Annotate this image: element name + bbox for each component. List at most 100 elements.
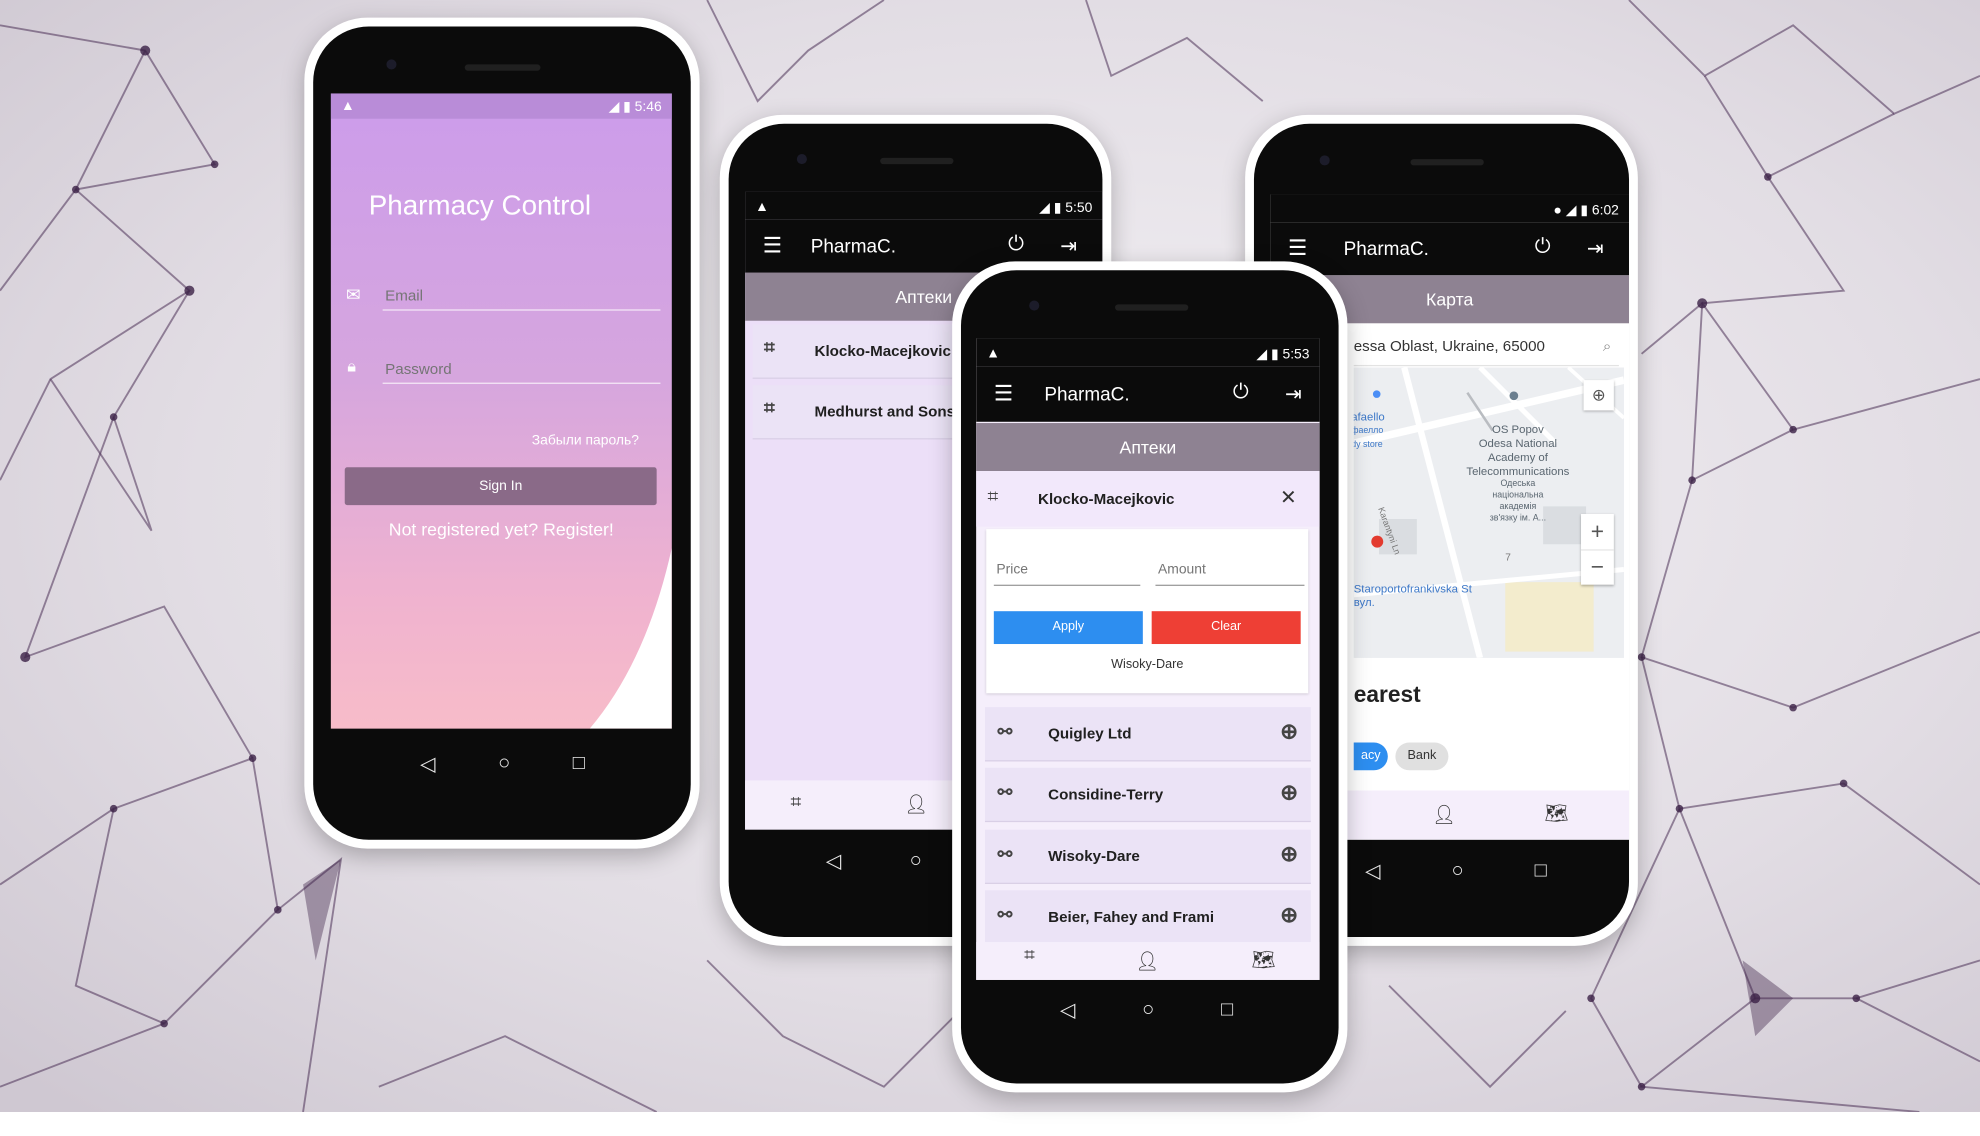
supplier-name: Quigley Ltd <box>1048 724 1132 743</box>
supplier-item[interactable]: ⚯ Wisoky-Dare ⊕ <box>984 829 1311 884</box>
status-bar: ▲ ◢ ▮ 5:50 <box>745 191 1103 220</box>
sign-in-label: Sign In <box>479 478 523 494</box>
selected-pharmacy-row[interactable]: ⌗ Klocko-Macejkovic ✕ <box>976 471 1320 527</box>
recents-icon[interactable]: □ <box>1221 999 1233 1022</box>
phone-login: ▲ ◢ ▮ 5:46 Pharmacy Control ✉ 🔒︎ Забыли … <box>304 17 700 849</box>
recents-icon[interactable]: □ <box>573 753 585 776</box>
menu-icon[interactable]: ☰ <box>1288 236 1307 261</box>
supplier-icon: ⚯ <box>997 843 1013 864</box>
add-circle-icon[interactable]: ⊕ <box>1280 903 1298 928</box>
poi-pin-icon[interactable]: ● <box>1371 383 1382 403</box>
recents-icon[interactable]: □ <box>1535 860 1547 883</box>
add-user-icon[interactable]: 👤︎ <box>904 793 928 815</box>
showcase-scene: ▲ ◢ ▮ 5:46 Pharmacy Control ✉ 🔒︎ Забыли … <box>0 0 1980 1136</box>
zoom-in-button[interactable]: + <box>1581 514 1614 551</box>
pharmacy-icon: ⌗ <box>763 337 775 359</box>
phone-body: ▲ ◢ ▮ 5:53 ☰ PharmaC. ⏻ ⇥ Аптеки ⌗ Klock… <box>960 270 1339 1084</box>
search-value: essa Oblast, Ukraine, 65000 <box>1353 337 1545 355</box>
login-screen: ▲ ◢ ▮ 5:46 Pharmacy Control ✉ 🔒︎ Забыли … <box>330 93 672 729</box>
poi-label: dy store <box>1353 440 1383 450</box>
supplier-item[interactable]: ⚯ Beier, Fahey and Frami ⊕ <box>984 890 1311 945</box>
back-icon[interactable]: ◁ <box>1060 998 1076 1023</box>
logout-icon[interactable]: ⇥ <box>1060 234 1077 259</box>
forgot-password-link[interactable]: Забыли пароль? <box>532 433 639 448</box>
pharmacy-name: Klocko-Macejkovic <box>814 342 951 360</box>
battery-icon: ▮ <box>1580 203 1588 219</box>
status-time: 5:46 <box>634 99 662 115</box>
search-bar[interactable]: essa Oblast, Ukraine, 65000 ⌕ <box>1353 327 1619 367</box>
pharmacy-tab-icon[interactable]: ⌗ <box>1024 945 1035 966</box>
home-icon[interactable]: ○ <box>1142 999 1154 1022</box>
email-field[interactable] <box>382 281 661 311</box>
status-right: ● ◢ ▮ 6:02 <box>1554 202 1619 218</box>
app-title: PharmaC. <box>1044 383 1130 406</box>
supplier-item[interactable]: ⚯ Considine-Terry ⊕ <box>984 767 1311 823</box>
poi-label: Одеська <box>1500 479 1536 489</box>
status-time: 5:50 <box>1065 200 1093 216</box>
my-location-button[interactable]: ⊕ <box>1583 380 1614 411</box>
close-icon[interactable]: ✕ <box>1280 485 1297 510</box>
supplier-name: Considine-Terry <box>1048 785 1164 804</box>
chip-bank[interactable]: Bank <box>1395 742 1449 771</box>
supplier-icon: ⚯ <box>997 721 1013 742</box>
clear-label: Clear <box>1211 620 1242 634</box>
alert-icon[interactable]: ⏻ <box>1535 236 1551 259</box>
home-icon[interactable]: ○ <box>498 753 510 776</box>
speaker-grille <box>880 157 954 165</box>
back-icon[interactable]: ◁ <box>826 849 842 874</box>
back-icon[interactable]: ◁ <box>420 751 436 776</box>
add-circle-icon[interactable]: ⊕ <box>1280 780 1298 805</box>
poi-label: академія <box>1499 502 1537 512</box>
apply-button[interactable]: Apply <box>993 611 1143 645</box>
signal-icon: ◢ <box>1565 203 1577 219</box>
clear-button[interactable]: Clear <box>1151 611 1301 645</box>
supplier-item[interactable]: ⚯ Quigley Ltd ⊕ <box>984 707 1311 762</box>
home-icon[interactable]: ○ <box>910 850 922 873</box>
pharmacy-tab-icon[interactable]: ⌗ <box>791 792 802 813</box>
map-marker-icon[interactable]: ● <box>1369 524 1386 557</box>
map-tab-icon[interactable]: 🗺︎ <box>1544 802 1568 824</box>
signal-icon: ◢ <box>608 99 620 115</box>
price-field[interactable] <box>993 554 1141 586</box>
map-view[interactable]: ● afaello фаелло dy store ● OS Popov Ode… <box>1353 367 1624 658</box>
supplier-icon: ⚯ <box>997 904 1013 925</box>
amount-field[interactable] <box>1155 554 1305 586</box>
chip-pharmacy[interactable]: acy <box>1353 742 1388 771</box>
poi-label: Odesa National <box>1478 436 1558 450</box>
section-header: Аптеки <box>976 423 1320 472</box>
back-icon[interactable]: ◁ <box>1365 859 1381 884</box>
bottom-nav: ⌗ 👤︎ 🗺︎ <box>976 942 1320 980</box>
signal-icon: ◢ <box>1256 347 1268 363</box>
add-user-icon[interactable]: 👤︎ <box>1135 950 1159 972</box>
alert-icon[interactable]: ⏻ <box>1008 234 1024 257</box>
add-circle-icon[interactable]: ⊕ <box>1280 842 1298 867</box>
system-nav: ◁ ○ <box>792 846 956 876</box>
street-name: Staroportofrankivska St <box>1353 582 1472 595</box>
warning-icon: ▲ <box>755 199 769 215</box>
zoom-out-button[interactable]: − <box>1581 551 1614 585</box>
map-tab-icon[interactable]: 🗺︎ <box>1251 948 1275 971</box>
register-link[interactable]: Not registered yet? Register! <box>331 519 672 539</box>
pharmacy-icon: ⌗ <box>987 486 999 508</box>
logout-icon[interactable]: ⇥ <box>1285 381 1302 406</box>
add-circle-icon[interactable]: ⊕ <box>1280 720 1298 745</box>
sign-in-button[interactable]: Sign In <box>344 467 657 506</box>
logout-icon[interactable]: ⇥ <box>1587 236 1604 261</box>
alert-icon[interactable]: ⏻ <box>1233 381 1249 404</box>
status-bar: ● ◢ ▮ 6:02 <box>1270 194 1630 223</box>
school-pin-icon[interactable]: ● <box>1508 385 1520 408</box>
status-right: ◢ ▮ 5:50 <box>1039 200 1092 216</box>
menu-icon[interactable]: ☰ <box>763 234 782 259</box>
menu-icon[interactable]: ☰ <box>994 381 1013 406</box>
warning-icon: ▲ <box>340 98 355 114</box>
search-icon[interactable]: ⌕ <box>1603 327 1612 365</box>
add-user-icon[interactable]: 👤︎ <box>1432 803 1456 825</box>
poi-label-academy: OS Popov Odesa National Academy of Telec… <box>1455 423 1581 524</box>
status-right: ◢ ▮ 5:46 <box>608 98 662 115</box>
front-camera <box>796 154 807 165</box>
location-icon: ● <box>1553 203 1562 219</box>
lock-icon: 🔒︎ <box>347 356 357 376</box>
home-icon[interactable]: ○ <box>1452 860 1464 883</box>
app-toolbar: ☰ PharmaC. ⏻ ⇥ <box>1270 222 1630 276</box>
password-field[interactable] <box>382 354 661 384</box>
